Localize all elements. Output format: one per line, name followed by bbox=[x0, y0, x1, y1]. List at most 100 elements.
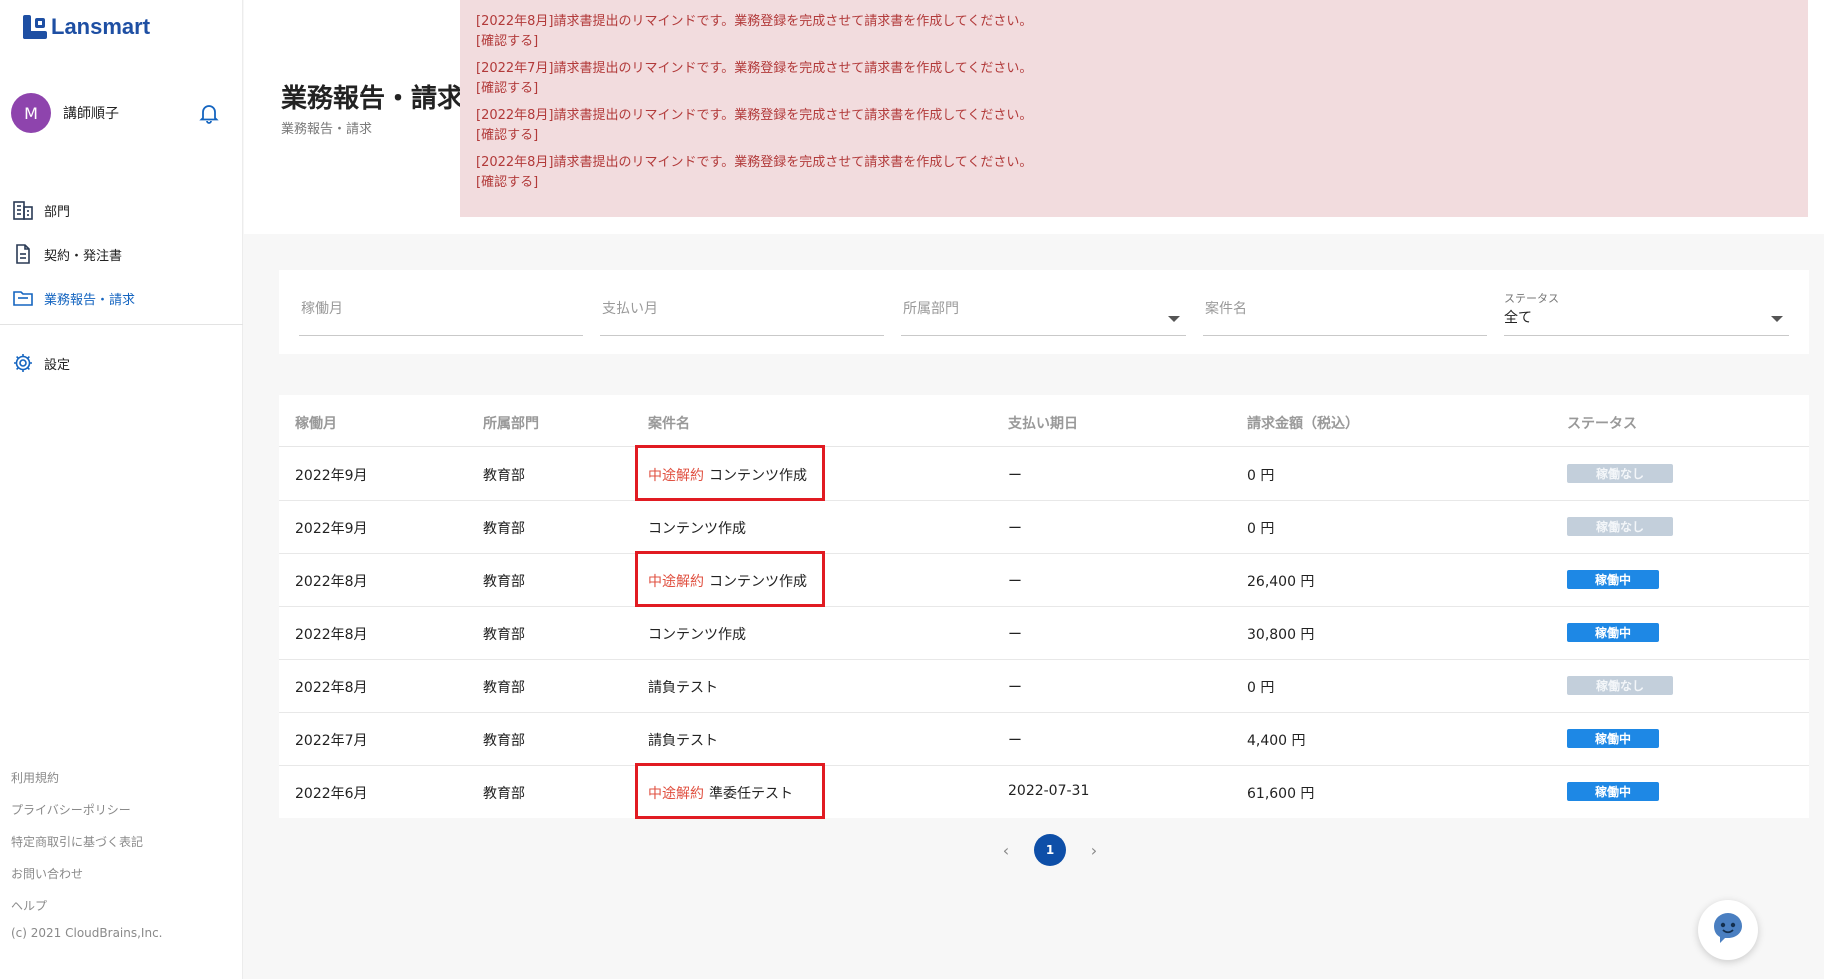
pay-month-placeholder: 支払い月 bbox=[602, 301, 658, 317]
cell-department: 教育部 bbox=[483, 574, 525, 590]
notice-panel: [2022年8月]請求書提出のリマインドです。業務登録を完成させて請求書を作成し… bbox=[460, 0, 1808, 217]
table-row[interactable]: 2022年8月 教育部 コンテンツ作成 ー 30,800 円 稼働中 bbox=[279, 607, 1809, 660]
project-name: 請負テスト bbox=[648, 733, 718, 749]
footer-link-commerce[interactable]: 特定商取引に基づく表記 bbox=[11, 830, 163, 862]
notice-message: [2022年7月]請求書提出のリマインドです。業務登録を完成させて請求書を作成し… bbox=[476, 61, 1033, 76]
cell-due-date: ー bbox=[1008, 574, 1022, 590]
prev-page-button[interactable]: ‹ bbox=[996, 834, 1016, 866]
app-logo[interactable]: Lansmart bbox=[23, 14, 150, 40]
status-select-value: 全て bbox=[1504, 310, 1532, 326]
cell-due-date: ー bbox=[1008, 468, 1022, 484]
status-select-label: ステータス bbox=[1504, 292, 1559, 305]
cell-month: 2022年8月 bbox=[295, 574, 368, 590]
work-month-filter[interactable]: 稼働月 bbox=[299, 290, 583, 336]
cell-project[interactable]: コンテンツ作成 bbox=[648, 624, 746, 644]
page-header: 業務報告・請求 業務報告・請求 [2022年8月]請求書提出のリマインドです。業… bbox=[244, 0, 1824, 234]
status-badge: 稼働なし bbox=[1567, 464, 1673, 483]
cell-amount: 0 円 bbox=[1247, 680, 1275, 696]
notice-confirm-link[interactable]: [確認する] bbox=[476, 173, 1792, 193]
table-row[interactable]: 2022年9月 教育部 コンテンツ作成 ー 0 円 稼働なし bbox=[279, 501, 1809, 554]
user-name: 講師順子 bbox=[63, 106, 119, 122]
table-row[interactable]: 2022年9月 教育部 中途解約 コンテンツ作成ー 0 円稼働なし bbox=[279, 445, 1809, 501]
cell-department: 教育部 bbox=[483, 733, 525, 749]
cell-department: 教育部 bbox=[483, 468, 525, 484]
status-badge: 稼働中 bbox=[1567, 623, 1659, 642]
status-badge: 稼働なし bbox=[1567, 676, 1673, 695]
project-name-filter[interactable]: 案件名 bbox=[1203, 290, 1487, 336]
column-header-status[interactable]: ステータス bbox=[1567, 413, 1637, 433]
column-header-amount[interactable]: 請求金額（税込） bbox=[1247, 413, 1359, 433]
sidebar-item-label: 業務報告・請求 bbox=[44, 292, 136, 308]
sidebar-item-label: 部門 bbox=[44, 204, 71, 220]
sidebar-item-settings[interactable]: 設定 bbox=[0, 341, 243, 385]
avatar[interactable]: M bbox=[11, 93, 51, 133]
document-icon bbox=[12, 243, 34, 265]
cell-project[interactable]: 請負テスト bbox=[648, 730, 718, 750]
sidebar-item-label: 契約・発注書 bbox=[44, 248, 123, 264]
notice-message: [2022年8月]請求書提出のリマインドです。業務登録を完成させて請求書を作成し… bbox=[476, 155, 1033, 170]
column-header-department[interactable]: 所属部門 bbox=[483, 413, 539, 433]
table-header: 稼働月 所属部門 案件名 支払い期日 請求金額（税込） ステータス bbox=[279, 395, 1809, 447]
cell-due-date: ー bbox=[1008, 521, 1022, 537]
cell-amount: 30,800 円 bbox=[1247, 627, 1315, 643]
sidebar-item-reports[interactable]: 業務報告・請求 bbox=[0, 276, 243, 320]
chat-support-button[interactable] bbox=[1698, 900, 1758, 960]
status-badge: 稼働中 bbox=[1567, 729, 1659, 748]
sidebar: Lansmart M 講師順子 部門 契約・発注書 業務報告・請求 設定 利用規… bbox=[0, 0, 243, 979]
next-page-button[interactable]: › bbox=[1084, 834, 1104, 866]
page-number-current[interactable]: 1 bbox=[1034, 834, 1066, 866]
chevron-down-icon bbox=[1168, 316, 1180, 322]
footer-link-privacy[interactable]: プライバシーポリシー bbox=[11, 798, 163, 830]
highlight-box bbox=[635, 551, 825, 607]
highlight-box bbox=[635, 763, 825, 819]
sidebar-item-departments[interactable]: 部門 bbox=[0, 188, 243, 232]
work-month-placeholder: 稼働月 bbox=[301, 301, 343, 317]
cell-project[interactable]: 請負テスト bbox=[648, 677, 718, 697]
user-profile[interactable]: M 講師順子 bbox=[11, 93, 221, 133]
highlight-box bbox=[635, 445, 825, 501]
table-row[interactable]: 2022年8月 教育部 請負テスト ー 0 円 稼働なし bbox=[279, 660, 1809, 713]
copyright: (c) 2021 CloudBrains,Inc. bbox=[11, 926, 163, 940]
table-row[interactable]: 2022年6月 教育部 中途解約 準委任テスト 2022-07-31 61,600 円稼働… bbox=[279, 763, 1809, 819]
pay-month-filter[interactable]: 支払い月 bbox=[600, 290, 884, 336]
cell-month: 2022年9月 bbox=[295, 521, 368, 537]
cell-department: 教育部 bbox=[483, 680, 525, 696]
cell-department: 教育部 bbox=[483, 627, 525, 643]
sidebar-item-contracts[interactable]: 契約・発注書 bbox=[0, 232, 243, 276]
cell-department: 教育部 bbox=[483, 521, 525, 537]
building-icon bbox=[12, 199, 34, 221]
footer-links: 利用規約 プライバシーポリシー 特定商取引に基づく表記 お問い合わせ ヘルプ (… bbox=[11, 766, 163, 940]
cell-month: 2022年7月 bbox=[295, 733, 368, 749]
breadcrumb[interactable]: 業務報告・請求 bbox=[281, 118, 372, 137]
column-header-project[interactable]: 案件名 bbox=[648, 413, 690, 433]
table-row[interactable]: 2022年7月 教育部 請負テスト ー 4,400 円 稼働中 bbox=[279, 713, 1809, 766]
cell-amount: 0 円 bbox=[1247, 521, 1275, 537]
notice-confirm-link[interactable]: [確認する] bbox=[476, 32, 1792, 52]
cell-month: 2022年9月 bbox=[295, 468, 368, 484]
sidebar-nav: 部門 契約・発注書 業務報告・請求 設定 bbox=[0, 188, 243, 385]
cell-due-date: ー bbox=[1008, 733, 1022, 749]
notice-item: [2022年7月]請求書提出のリマインドです。業務登録を完成させて請求書を作成し… bbox=[476, 59, 1792, 99]
footer-link-contact[interactable]: お問い合わせ bbox=[11, 862, 163, 894]
cell-department: 教育部 bbox=[483, 786, 525, 802]
footer-link-help[interactable]: ヘルプ bbox=[11, 894, 163, 926]
footer-link-terms[interactable]: 利用規約 bbox=[11, 766, 163, 798]
column-header-due-date[interactable]: 支払い期日 bbox=[1008, 413, 1078, 433]
cell-amount: 0 円 bbox=[1247, 468, 1275, 484]
status-badge: 稼働中 bbox=[1567, 782, 1659, 801]
nav-divider bbox=[0, 324, 243, 325]
notice-message: [2022年8月]請求書提出のリマインドです。業務登録を完成させて請求書を作成し… bbox=[476, 108, 1033, 123]
department-select[interactable]: 所属部門 bbox=[901, 290, 1186, 336]
status-badge: 稼働なし bbox=[1567, 517, 1673, 536]
logo-text: Lansmart bbox=[51, 14, 151, 39]
notice-confirm-link[interactable]: [確認する] bbox=[476, 126, 1792, 146]
cell-project[interactable]: コンテンツ作成 bbox=[648, 518, 746, 538]
status-select[interactable]: ステータス 全て bbox=[1504, 290, 1789, 336]
sidebar-item-label: 設定 bbox=[44, 357, 71, 373]
folder-icon bbox=[12, 287, 34, 309]
notice-item: [2022年8月]請求書提出のリマインドです。業務登録を完成させて請求書を作成し… bbox=[476, 153, 1792, 193]
notice-confirm-link[interactable]: [確認する] bbox=[476, 79, 1792, 99]
bell-icon[interactable] bbox=[197, 101, 221, 125]
column-header-month[interactable]: 稼働月 bbox=[295, 413, 337, 433]
table-row[interactable]: 2022年8月 教育部 中途解約 コンテンツ作成ー 26,400 円稼働中 bbox=[279, 551, 1809, 607]
